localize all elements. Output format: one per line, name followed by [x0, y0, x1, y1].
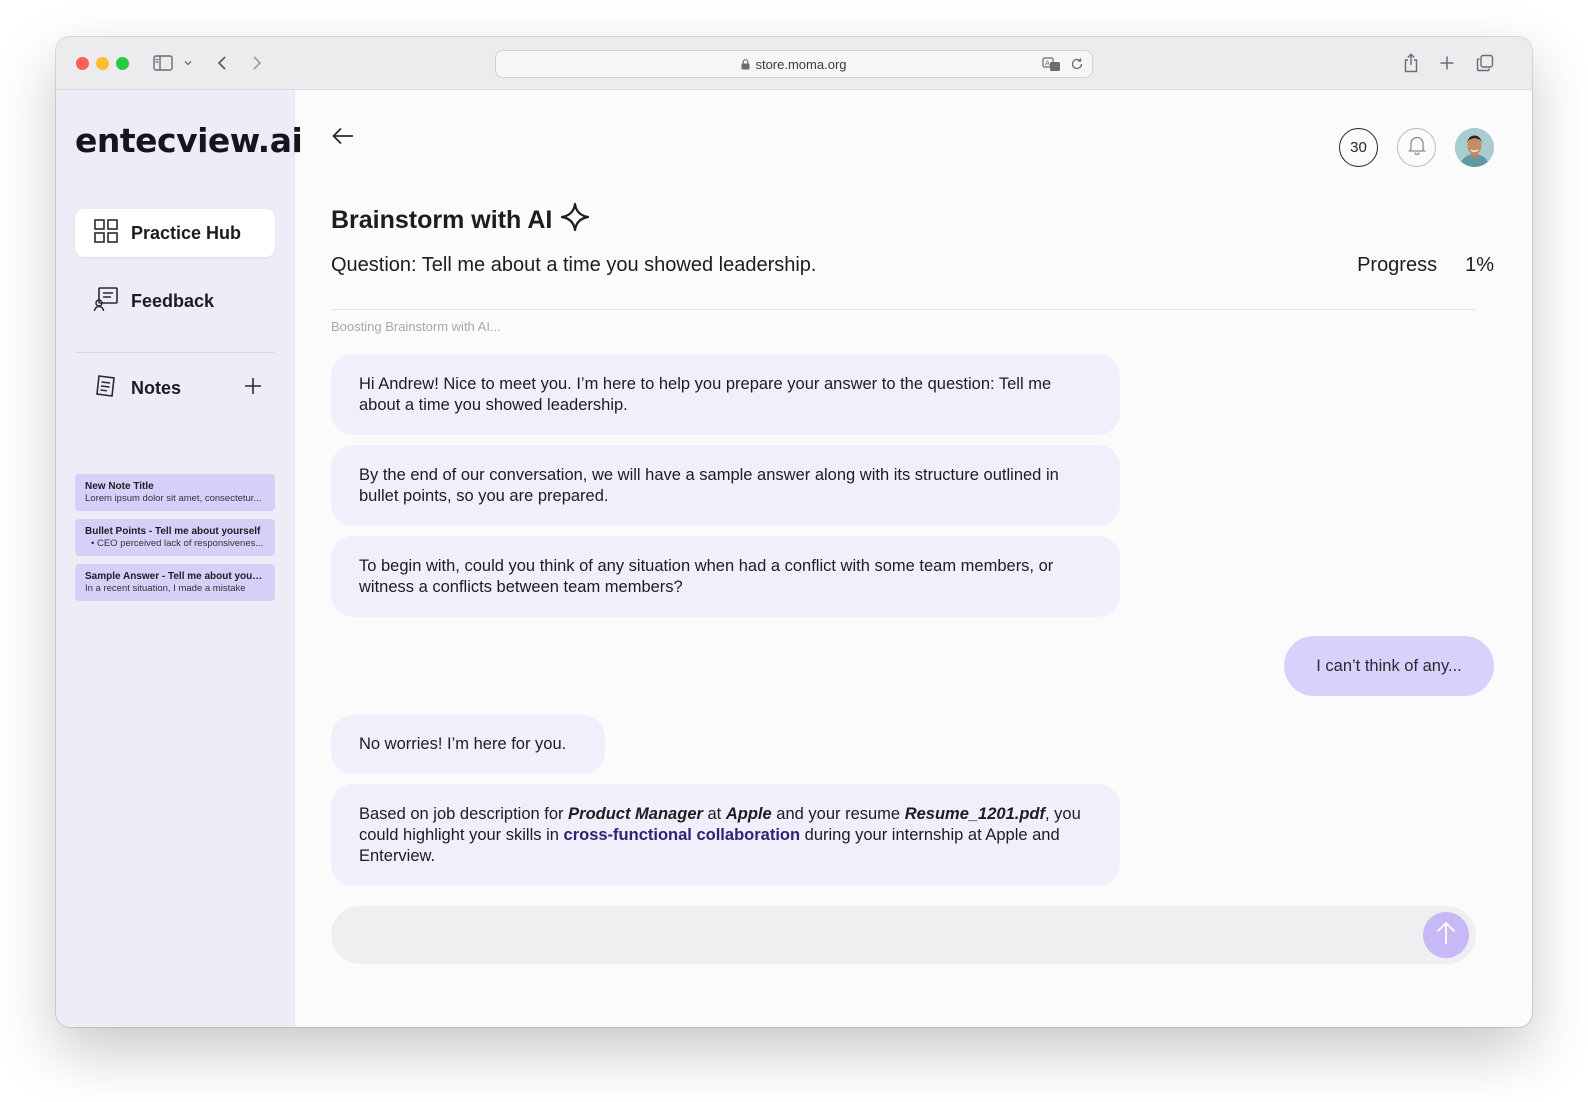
- page-title-text: Brainstorm with AI: [331, 206, 553, 234]
- note-title: Bullet Points - Tell me about yourself: [85, 526, 261, 537]
- notifications-button[interactable]: [1397, 128, 1436, 167]
- new-tab-icon[interactable]: [1438, 51, 1456, 75]
- ai-message-bubble: Hi Andrew! Nice to meet you. I’m here to…: [331, 354, 1120, 435]
- job-role: Product Manager: [568, 805, 703, 823]
- browser-window: store.moma.org A entecview.ai Practice H…: [56, 37, 1532, 1027]
- browser-toolbar: store.moma.org A: [56, 37, 1532, 90]
- ai-message-bubble: No worries! I’m here for you.: [331, 715, 605, 774]
- share-icon[interactable]: [1402, 51, 1420, 75]
- progress-value: 1%: [1465, 254, 1494, 276]
- header-divider: [331, 309, 1476, 310]
- progress-label: Progress: [1357, 254, 1438, 276]
- notes-header: Notes: [75, 364, 275, 412]
- tab-overview-icon[interactable]: [1475, 51, 1495, 75]
- notes-icon: [93, 373, 119, 404]
- note-preview: Lorem ipsum dolor sit amet, consectetur.…: [85, 493, 262, 504]
- sidebar-item-feedback[interactable]: Feedback: [75, 277, 275, 325]
- browser-forward-icon[interactable]: [249, 51, 265, 75]
- sidebar-toggle-icon[interactable]: [152, 51, 174, 75]
- lock-icon: [741, 58, 750, 73]
- grid-icon: [93, 218, 119, 249]
- svg-text:A: A: [1045, 60, 1050, 68]
- browser-back-icon[interactable]: [214, 51, 230, 75]
- reload-icon[interactable]: [1070, 57, 1084, 76]
- close-window-button[interactable]: [76, 57, 89, 70]
- zoom-window-button[interactable]: [116, 57, 129, 70]
- message-text: and your resume: [771, 805, 905, 823]
- ai-message-bubble: To begin with, could you think of any si…: [331, 536, 1120, 617]
- chevron-down-icon[interactable]: [182, 51, 194, 75]
- chat-input[interactable]: [331, 906, 1476, 964]
- ai-status-text: Boosting Brainstorm with AI...: [331, 319, 501, 334]
- note-title: Sample Answer - Tell me about yourself: [85, 571, 265, 582]
- note-card[interactable]: Bullet Points - Tell me about yourself •…: [75, 519, 275, 556]
- sidebar-item-label: Feedback: [131, 290, 215, 311]
- sidebar: entecview.ai Practice Hub Feedback Notes: [56, 90, 303, 1027]
- address-bar[interactable]: store.moma.org A: [495, 50, 1093, 78]
- progress-indicator: Progress 1%: [1357, 254, 1494, 277]
- credits-badge[interactable]: 30: [1339, 128, 1378, 167]
- note-title: New Note Title: [85, 481, 154, 492]
- feedback-icon: [93, 286, 119, 317]
- note-preview: In a recent situation, I made a mistake: [85, 583, 246, 594]
- notes-label: Notes: [131, 377, 182, 398]
- arrow-up-icon: [1435, 920, 1457, 951]
- main-content: 30 Brainstorm with AI Question: Tell me …: [295, 90, 1532, 1027]
- message-text: at: [702, 805, 726, 823]
- minimize-window-button[interactable]: [96, 57, 109, 70]
- sparkle-icon: [560, 202, 590, 239]
- translate-icon[interactable]: A: [1042, 56, 1062, 77]
- url-text: store.moma.org: [755, 57, 847, 72]
- header-actions: 30: [1339, 128, 1494, 167]
- bell-icon: [1407, 135, 1426, 160]
- add-note-icon[interactable]: [243, 376, 263, 401]
- sidebar-item-practice-hub[interactable]: Practice Hub: [75, 209, 275, 257]
- message-text: Based on job description for: [359, 805, 569, 823]
- ai-message-bubble: Based on job description for Product Man…: [331, 784, 1120, 886]
- app-logo[interactable]: entecview.ai: [75, 121, 303, 160]
- question-text: Question: Tell me about a time you showe…: [331, 254, 817, 276]
- resume-file: Resume_1201.pdf: [904, 805, 1046, 823]
- ai-message-bubble: By the end of our conversation, we will …: [331, 445, 1120, 526]
- back-arrow-icon[interactable]: [331, 126, 355, 151]
- sidebar-item-label: Practice Hub: [131, 222, 242, 243]
- note-card[interactable]: Sample Answer - Tell me about yourself I…: [75, 564, 275, 601]
- avatar[interactable]: [1455, 128, 1494, 167]
- sidebar-divider: [75, 352, 275, 353]
- highlighted-skill: cross-functional collaboration: [563, 826, 801, 844]
- page-title: Brainstorm with AI: [331, 202, 590, 239]
- company-name: Apple: [725, 805, 772, 823]
- note-preview: • CEO perceived lack of responsivenes...: [91, 538, 264, 549]
- send-button[interactable]: [1423, 912, 1469, 958]
- user-message-bubble: I can’t think of any...: [1284, 636, 1494, 696]
- note-card[interactable]: New Note Title Lorem ipsum dolor sit ame…: [75, 474, 275, 511]
